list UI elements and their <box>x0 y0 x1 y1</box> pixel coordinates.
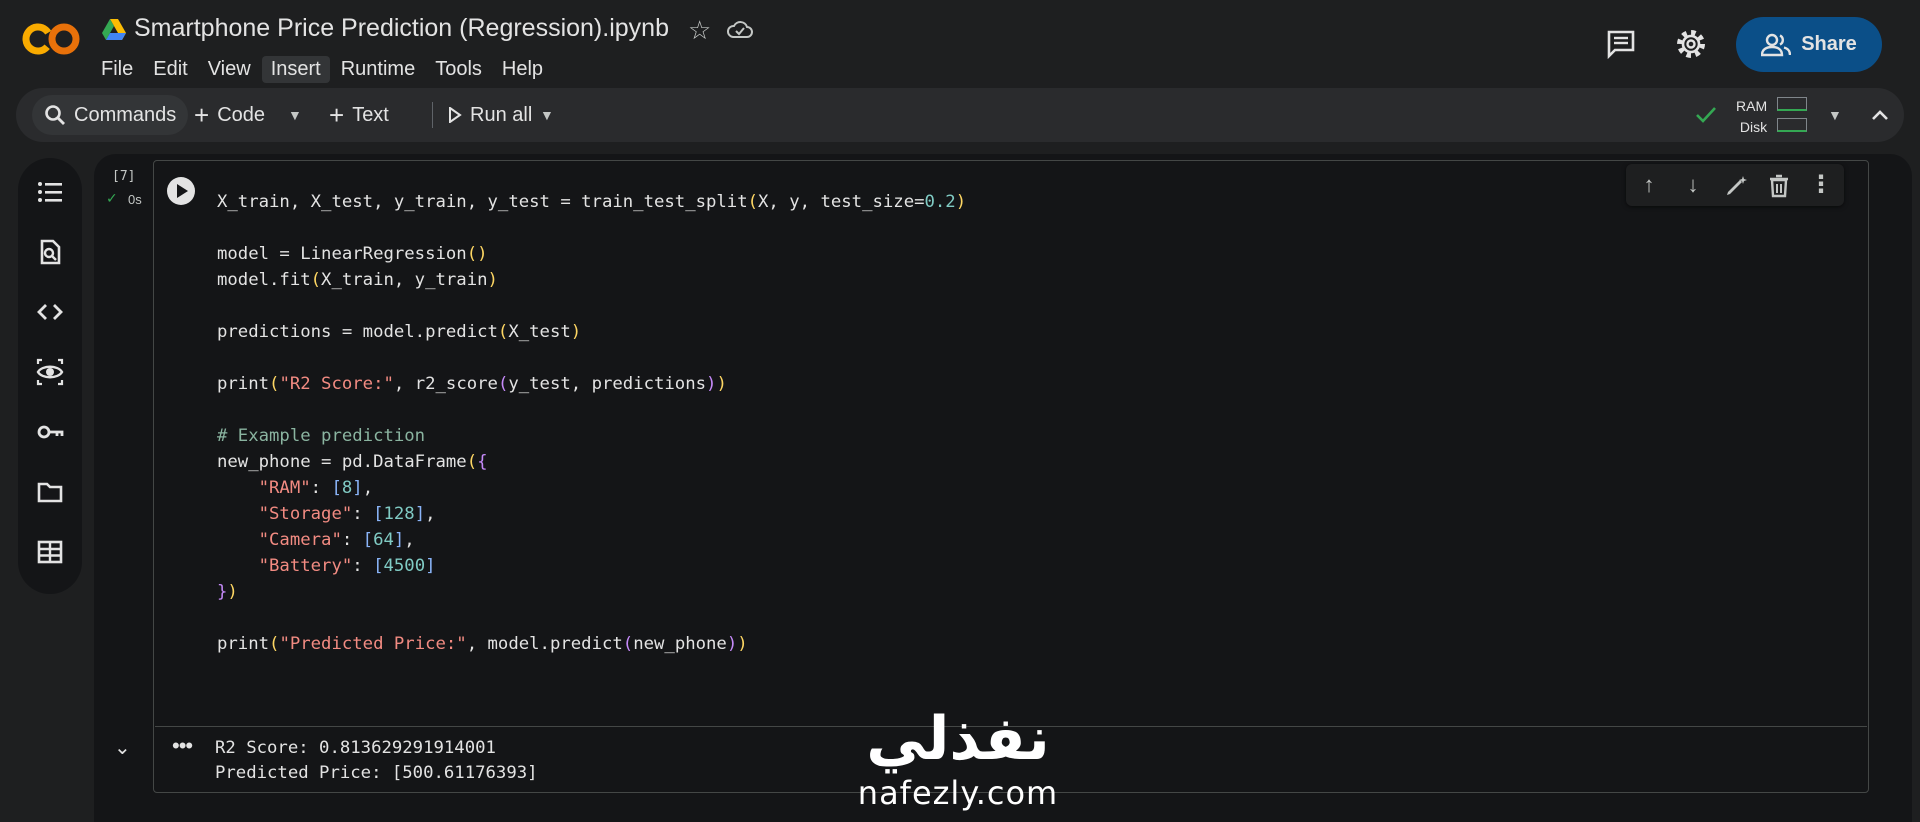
add-code-button[interactable]: + Code <box>194 88 265 142</box>
secrets-key-icon[interactable] <box>36 418 64 446</box>
comments-icon[interactable] <box>1603 26 1639 62</box>
colab-logo[interactable] <box>22 22 80 56</box>
plus-icon: + <box>329 100 345 130</box>
code-line: model = LinearRegression() <box>217 244 488 264</box>
execution-time: 0s <box>128 192 142 207</box>
run-all-dropdown[interactable]: ▼ <box>540 88 554 142</box>
code-comment: # Example prediction <box>217 426 426 446</box>
more-options-icon[interactable]: ⋮ <box>1806 170 1836 200</box>
execution-success-icon: ✓ <box>106 190 118 206</box>
watermark-latin: nafezly.com <box>857 774 1059 812</box>
ram-label: RAM <box>1736 98 1768 114</box>
code-editor[interactable]: X_train, X_test, y_train, y_test = train… <box>217 189 966 657</box>
find-icon[interactable] <box>36 238 64 266</box>
variables-inspector-icon[interactable] <box>36 358 64 386</box>
plus-icon: + <box>194 100 210 130</box>
drive-icon[interactable] <box>102 19 126 41</box>
connected-check-icon[interactable] <box>1694 104 1718 126</box>
menu-file[interactable]: File <box>92 56 142 83</box>
text-label: Text <box>352 103 389 126</box>
code-line: model.fit(X_train, y_train) <box>217 270 498 290</box>
disk-usage-bar <box>1777 118 1807 132</box>
menu-view[interactable]: View <box>199 56 260 83</box>
toolbar-divider <box>432 102 433 128</box>
code-line: X_train, X_test, y_train, y_test = train… <box>217 192 967 212</box>
data-table-icon[interactable] <box>36 538 64 566</box>
code-dropdown[interactable]: ▼ <box>288 88 302 142</box>
menu-insert[interactable]: Insert <box>261 56 330 83</box>
watermark-arabic: نفذلي <box>866 704 1050 774</box>
output-line: Predicted Price: [500.61176393] <box>215 763 538 783</box>
menu-bar: File Edit View Insert Runtime Tools Help <box>92 56 554 83</box>
execution-count: [7] <box>112 169 136 184</box>
menu-runtime[interactable]: Runtime <box>332 56 424 83</box>
menu-help[interactable]: Help <box>493 56 552 83</box>
resource-labels[interactable]: RAM Disk <box>1736 96 1767 138</box>
cell-output: R2 Score: 0.813629291914001 Predicted Pr… <box>215 736 538 786</box>
code-line: "Storage": [128], <box>258 504 436 524</box>
menu-edit[interactable]: Edit <box>144 56 196 83</box>
commands-label: Commands <box>74 103 177 126</box>
share-label: Share <box>1801 33 1857 55</box>
code-snippets-icon[interactable] <box>36 298 64 326</box>
search-icon <box>45 105 65 125</box>
code-line: new_phone = pd.DataFrame({ <box>217 452 488 472</box>
menu-tools[interactable]: Tools <box>426 56 491 83</box>
notebook-toolbar: Commands + Code ▼ + Text Run all ▼ ▼ <box>16 88 1904 142</box>
add-text-button[interactable]: + Text <box>329 88 389 142</box>
delete-icon[interactable] <box>1768 174 1790 198</box>
watermark: نفذلي nafezly.com <box>848 702 1068 810</box>
move-down-icon[interactable]: ↓ <box>1678 170 1708 200</box>
code-line: "Camera": [64], <box>258 530 415 550</box>
play-icon <box>449 107 462 123</box>
run-all-button[interactable]: Run all <box>448 88 532 142</box>
output-actions-icon[interactable]: ••• <box>172 733 193 759</box>
settings-icon[interactable] <box>1673 26 1709 62</box>
commands-button[interactable]: Commands <box>32 95 189 135</box>
code-label: Code <box>217 103 265 126</box>
ram-usage-bar <box>1777 97 1807 111</box>
cell-toolbar: ↑ ↓ ⋮ <box>1626 164 1844 206</box>
share-people-icon <box>1761 33 1792 56</box>
edit-pen-icon[interactable] <box>1724 174 1748 198</box>
side-rail <box>18 158 82 594</box>
code-line: }) <box>217 582 238 602</box>
share-button[interactable]: Share <box>1736 17 1882 72</box>
code-line: predictions = model.predict(X_test) <box>217 322 582 342</box>
chevron-down-icon: ▼ <box>1828 107 1842 123</box>
code-line: "Battery": [4500] <box>258 556 436 576</box>
table-of-contents-icon[interactable] <box>36 178 64 206</box>
resources-dropdown[interactable]: ▼ <box>1828 88 1842 142</box>
notebook-title[interactable]: Smartphone Price Prediction (Regression)… <box>134 14 669 43</box>
files-folder-icon[interactable] <box>36 478 64 506</box>
output-line: R2 Score: 0.813629291914001 <box>215 738 496 758</box>
collapse-icon[interactable] <box>1870 106 1890 124</box>
move-up-icon[interactable]: ↑ <box>1634 170 1664 200</box>
disk-label: Disk <box>1739 119 1768 135</box>
code-line: print("Predicted Price:", model.predict(… <box>217 634 748 654</box>
run-cell-button[interactable] <box>167 177 195 205</box>
chevron-down-icon: ▼ <box>540 107 554 123</box>
code-line: "RAM": [8], <box>258 478 374 498</box>
code-line: print("R2 Score:", r2_score(y_test, pred… <box>217 374 727 394</box>
collapse-output-chevron-icon[interactable]: ⌄ <box>114 735 131 760</box>
chevron-down-icon: ▼ <box>288 107 302 123</box>
star-icon[interactable]: ☆ <box>688 15 711 46</box>
cloud-icon[interactable] <box>726 18 754 42</box>
run-all-label: Run all <box>470 103 533 126</box>
